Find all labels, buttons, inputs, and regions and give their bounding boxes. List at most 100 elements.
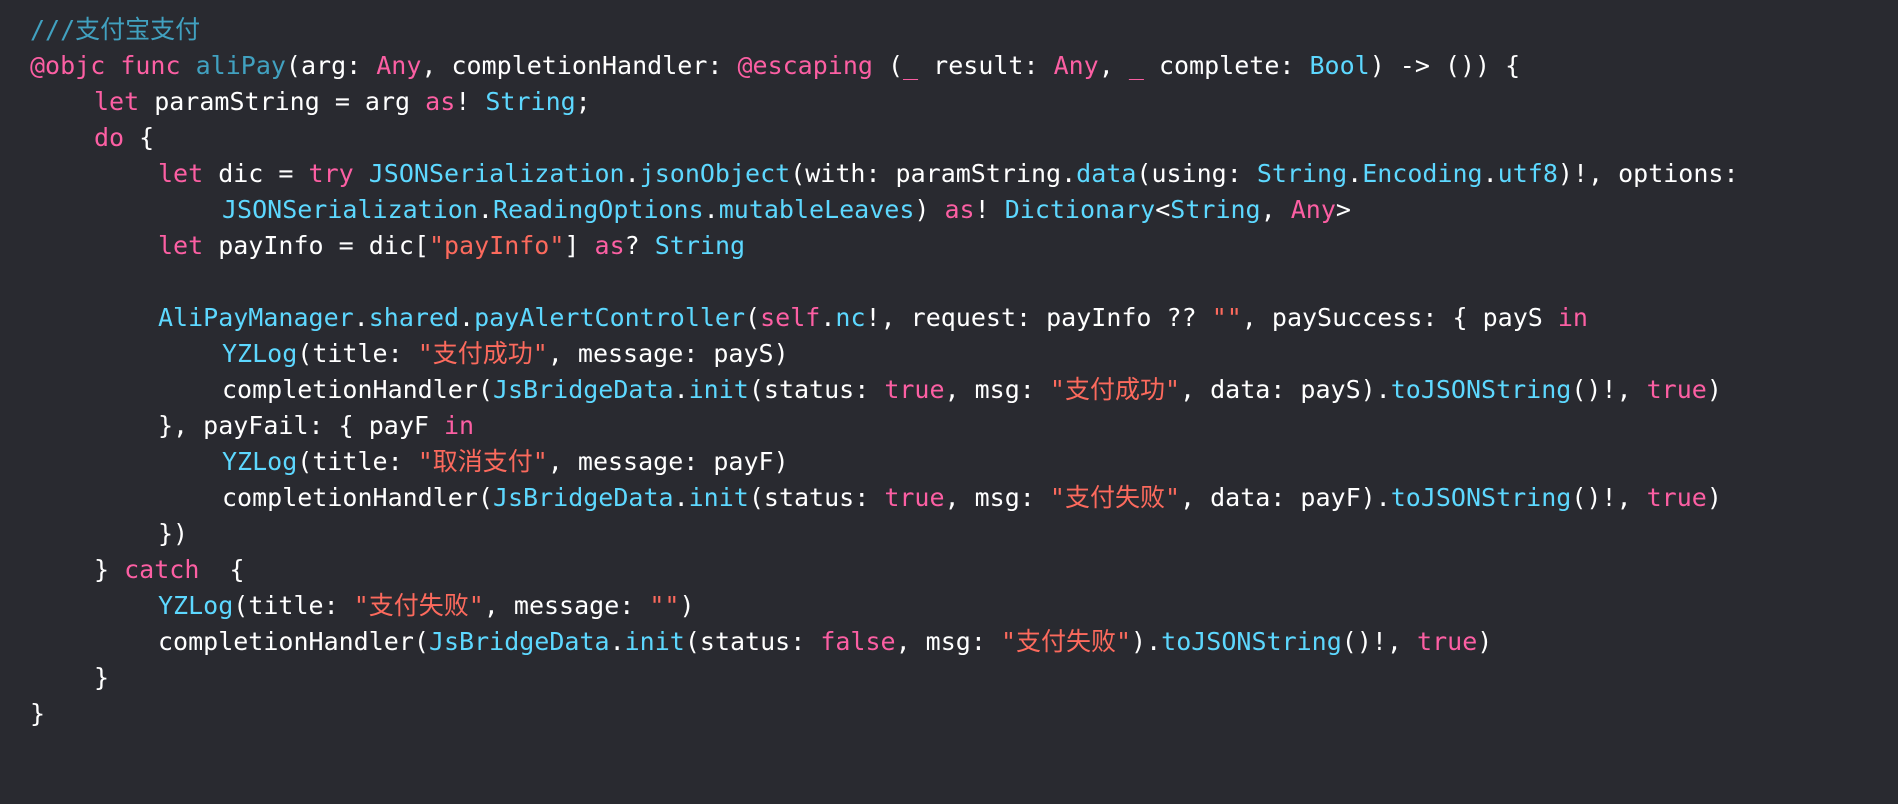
code-token-plain: , msg: xyxy=(944,483,1050,512)
code-token-keyword: false xyxy=(820,627,896,656)
code-line: let dic = try JSONSerialization.jsonObje… xyxy=(30,156,1868,192)
code-token-plain: . xyxy=(820,303,836,332)
code-token-type: String xyxy=(654,231,746,260)
code-line: }, payFail: { payF in xyxy=(30,408,1868,444)
code-token-keyword: @objc xyxy=(30,51,106,80)
code-token-plain: ! xyxy=(974,195,1005,224)
code-token-keyword: true xyxy=(1646,483,1707,512)
code-token-plain: completionHandler( xyxy=(158,627,429,656)
code-token-type: init xyxy=(688,375,749,404)
code-token-string: "payInfo" xyxy=(428,231,565,260)
code-line: }) xyxy=(30,516,1868,552)
code-line: JSONSerialization.ReadingOptions.mutable… xyxy=(30,192,1868,228)
code-token-plain: , msg: xyxy=(944,375,1050,404)
code-line: YZLog(title: "支付失败", message: "") xyxy=(30,588,1868,624)
code-token-plain: . xyxy=(477,195,493,224)
code-token-plain: ! xyxy=(455,87,486,116)
code-token-plain: (title: xyxy=(297,447,418,476)
code-line: completionHandler(JsBridgeData.init(stat… xyxy=(30,624,1868,660)
code-token-doc-text: 支付宝支付 xyxy=(75,15,201,44)
code-token-plain: ) xyxy=(914,195,945,224)
code-token-plain: , message: xyxy=(483,591,650,620)
code-token-plain: ) xyxy=(1706,483,1722,512)
code-token-plain: (arg: xyxy=(285,51,377,80)
code-token-keyword: as xyxy=(425,87,456,116)
code-token-type: toJSONString xyxy=(1161,627,1342,656)
code-token-plain: . xyxy=(673,483,689,512)
code-token-plain: (with: paramString. xyxy=(790,159,1077,188)
code-token-keyword: Any xyxy=(1053,51,1099,80)
code-token-type: Bool xyxy=(1309,51,1370,80)
code-line: } xyxy=(30,660,1868,696)
code-token-plain: ( xyxy=(872,51,904,80)
code-token-string: "支付失败" xyxy=(353,591,484,620)
code-token-plain: completionHandler( xyxy=(222,483,493,512)
code-token-keyword: let xyxy=(94,87,140,116)
code-token-type: String xyxy=(485,87,576,116)
code-token-plain: ). xyxy=(1131,627,1162,656)
code-token-type: YZLog xyxy=(222,339,298,368)
code-token-string: "支付失败" xyxy=(1049,483,1180,512)
code-token-type: YZLog xyxy=(158,591,234,620)
code-token-type: toJSONString xyxy=(1390,483,1572,512)
code-token-plain: (title: xyxy=(233,591,354,620)
code-token-plain: , xyxy=(1098,51,1129,80)
code-token-plain: , msg: xyxy=(895,627,1001,656)
code-token-plain: ()!, xyxy=(1571,483,1647,512)
code-token-type: JSONSerialization xyxy=(222,195,478,224)
code-token-plain: . xyxy=(609,627,625,656)
code-token-plain: ()!, xyxy=(1571,375,1647,404)
code-line: completionHandler(JsBridgeData.init(stat… xyxy=(30,480,1868,516)
code-line: let payInfo = dic["payInfo"] as? String xyxy=(30,228,1868,264)
code-token-plain: completionHandler( xyxy=(222,375,493,404)
code-token-string: "支付成功" xyxy=(417,339,548,368)
code-token-keyword: _ xyxy=(1128,51,1144,80)
code-token-plain: (status: xyxy=(748,483,885,512)
code-token-type: YZLog xyxy=(222,447,298,476)
code-token-type: jsonObject xyxy=(639,159,791,188)
code-token-type: JsBridgeData xyxy=(428,627,610,656)
code-token-plain: . xyxy=(703,195,719,224)
code-token-func: aliPay xyxy=(195,51,286,80)
code-line: let paramString = arg as! String; xyxy=(30,84,1868,120)
code-token-keyword: Any xyxy=(376,51,422,80)
code-token-type: toJSONString xyxy=(1390,375,1572,404)
code-line: ///支付宝支付 xyxy=(30,12,1868,48)
code-token-type: ReadingOptions xyxy=(492,195,704,224)
code-token-doc: /// xyxy=(30,15,76,44)
code-token-keyword: Any xyxy=(1290,195,1336,224)
code-token-plain: ( xyxy=(745,303,761,332)
code-token-keyword: do xyxy=(94,123,125,152)
code-token-type: utf8 xyxy=(1497,159,1558,188)
code-token-plain: ) -> ()) { xyxy=(1369,51,1521,80)
code-token-type: init xyxy=(688,483,749,512)
code-token-plain: > xyxy=(1335,195,1351,224)
code-token-plain: < xyxy=(1155,195,1171,224)
code-token-type: JsBridgeData xyxy=(492,375,674,404)
code-token-type: AliPayManager xyxy=(158,303,354,332)
code-token-plain: payInfo = dic[ xyxy=(203,231,429,260)
code-token-keyword: let xyxy=(158,159,204,188)
code-token-string: "支付成功" xyxy=(1049,375,1180,404)
code-token-type: shared xyxy=(368,303,460,332)
code-token-plain: ) xyxy=(1706,375,1722,404)
code-token-keyword: true xyxy=(884,375,945,404)
code-token-plain: (title: xyxy=(297,339,418,368)
code-token-plain: , data: payF). xyxy=(1180,483,1391,512)
code-token-plain: . xyxy=(1482,159,1498,188)
code-token-string: "" xyxy=(1211,303,1242,332)
code-line: YZLog(title: "支付成功", message: payS) xyxy=(30,336,1868,372)
code-token-plain: dic = xyxy=(203,159,309,188)
code-token-plain: . xyxy=(673,375,689,404)
code-token-keyword: true xyxy=(1646,375,1707,404)
code-token-type: mutableLeaves xyxy=(718,195,915,224)
code-token-keyword: true xyxy=(884,483,945,512)
code-line: AliPayManager.shared.payAlertController(… xyxy=(30,300,1868,336)
code-token-plain: , paySuccess: { payS xyxy=(1241,303,1558,332)
code-token-keyword: in xyxy=(443,411,475,440)
code-token-type: String xyxy=(1170,195,1261,224)
code-editor[interactable]: ///支付宝支付 @objc func aliPay(arg: Any, comp… xyxy=(0,0,1898,804)
code-token-plain: ] xyxy=(564,231,595,260)
code-token-keyword: func xyxy=(120,51,181,80)
